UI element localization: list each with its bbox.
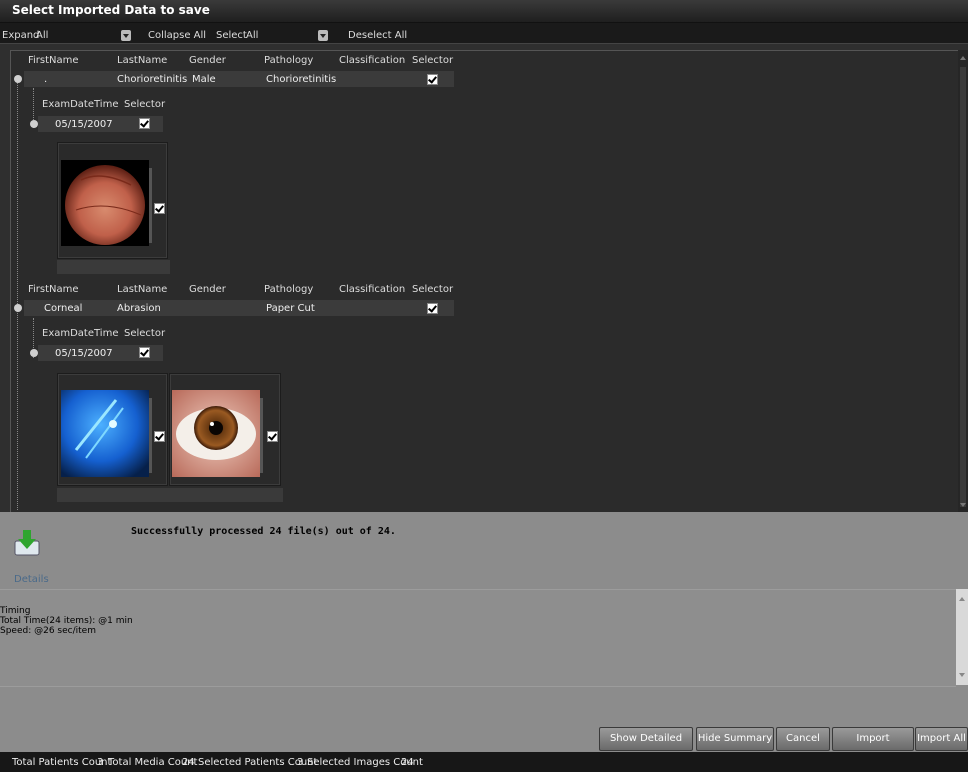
col-header-gender[interactable]: Gender (189, 284, 226, 295)
download-success-icon (14, 530, 40, 556)
divider (149, 398, 152, 473)
exam-date: 05/15/2007 (55, 348, 113, 359)
scroll-up-icon[interactable] (959, 597, 965, 601)
patient-selector-checkbox[interactable] (427, 303, 438, 314)
select-label: Select (216, 30, 247, 41)
summary-message: Successfully processed 24 file(s) out of… (131, 526, 396, 537)
toolbar (0, 23, 968, 44)
hide-summary-button[interactable]: Hide Summary (696, 727, 774, 751)
col-header-firstname[interactable]: FirstName (28, 55, 79, 66)
divider (149, 168, 152, 243)
col-header-selector[interactable]: Selector (412, 284, 453, 295)
patient-firstname: . (44, 74, 48, 85)
expand-toggle-icon[interactable] (14, 75, 22, 83)
col-header-pathology[interactable]: Pathology (264, 284, 313, 295)
patient-firstname: Corneal (44, 303, 83, 314)
col-header-selector[interactable]: Selector (412, 55, 453, 66)
scroll-down-icon[interactable] (959, 673, 965, 677)
import-all-button[interactable]: Import All (915, 727, 968, 751)
deselect-all-button[interactable]: Deselect All (348, 30, 407, 41)
media-selector-checkbox[interactable] (154, 203, 165, 214)
eye-iris-image (172, 390, 260, 477)
patient-row[interactable] (24, 71, 454, 87)
cornea-fluorescein-image (61, 390, 149, 477)
col-header-lastname[interactable]: LastName (117, 55, 167, 66)
divider (260, 398, 263, 473)
tree-line (17, 80, 18, 510)
expand-label: Expand (2, 30, 40, 41)
expand-dropdown-value[interactable]: All (36, 30, 48, 41)
expand-toggle-icon[interactable] (30, 349, 38, 357)
grid-scroll-thumb[interactable] (960, 67, 966, 507)
exam-date: 05/15/2007 (55, 119, 113, 130)
col-header-firstname[interactable]: FirstName (28, 284, 79, 295)
patient-row[interactable] (24, 300, 454, 316)
total-patients-value: 3 (97, 757, 104, 768)
collapse-all-button[interactable]: Collapse All (148, 30, 206, 41)
media-horizontal-scrollbar[interactable] (57, 260, 170, 274)
log-line: Speed: @26 sec/item (0, 626, 96, 636)
details-link[interactable]: Details (14, 574, 49, 585)
scroll-down-icon[interactable] (960, 503, 966, 507)
selected-patients-value: 3 (297, 757, 304, 768)
col-header-gender[interactable]: Gender (189, 55, 226, 66)
col-header-lastname[interactable]: LastName (117, 284, 167, 295)
patient-gender: Male (192, 74, 216, 85)
exam-selector-checkbox[interactable] (139, 118, 150, 129)
summary-log (0, 589, 956, 687)
col-header-examdatetime[interactable]: ExamDateTime (42, 99, 118, 110)
col-header-classification[interactable]: Classification (339, 284, 405, 295)
select-dropdown-value[interactable]: All (246, 30, 258, 41)
selected-images-value: 24 (401, 757, 414, 768)
expand-dropdown-arrow-icon[interactable] (121, 30, 131, 41)
patient-selector-checkbox[interactable] (427, 74, 438, 85)
import-window: Select Imported Data to save Expand All … (0, 0, 968, 772)
scroll-up-icon[interactable] (960, 56, 966, 60)
log-scrollbar[interactable] (956, 589, 968, 685)
log-line: Timing (0, 606, 31, 616)
col-header-exam-selector[interactable]: Selector (124, 328, 165, 339)
select-dropdown-arrow-icon[interactable] (318, 30, 328, 41)
expand-toggle-icon[interactable] (30, 120, 38, 128)
log-line: Total Time(24 items): @1 min (0, 616, 133, 626)
exam-selector-checkbox[interactable] (139, 347, 150, 358)
col-header-examdatetime[interactable]: ExamDateTime (42, 328, 118, 339)
patient-pathology: Chorioretinitis (266, 74, 337, 85)
media-selector-checkbox[interactable] (154, 431, 165, 442)
cancel-button[interactable]: Cancel (776, 727, 830, 751)
col-header-exam-selector[interactable]: Selector (124, 99, 165, 110)
col-header-classification[interactable]: Classification (339, 55, 405, 66)
col-header-pathology[interactable]: Pathology (264, 55, 313, 66)
window-title: Select Imported Data to save (12, 3, 210, 17)
show-detailed-log-button[interactable]: Show Detailed Log (599, 727, 693, 766)
import-selection-button[interactable]: Import Selection (832, 727, 914, 766)
total-media-value: 24 (182, 757, 195, 768)
media-horizontal-scrollbar[interactable] (57, 488, 283, 502)
patient-lastname: Abrasion (117, 303, 161, 314)
patient-lastname: Chorioretinitis (117, 74, 188, 85)
retina-fundus-image (61, 160, 149, 246)
expand-toggle-icon[interactable] (14, 304, 22, 312)
media-selector-checkbox[interactable] (267, 431, 278, 442)
patient-pathology: Paper Cut (266, 303, 315, 314)
